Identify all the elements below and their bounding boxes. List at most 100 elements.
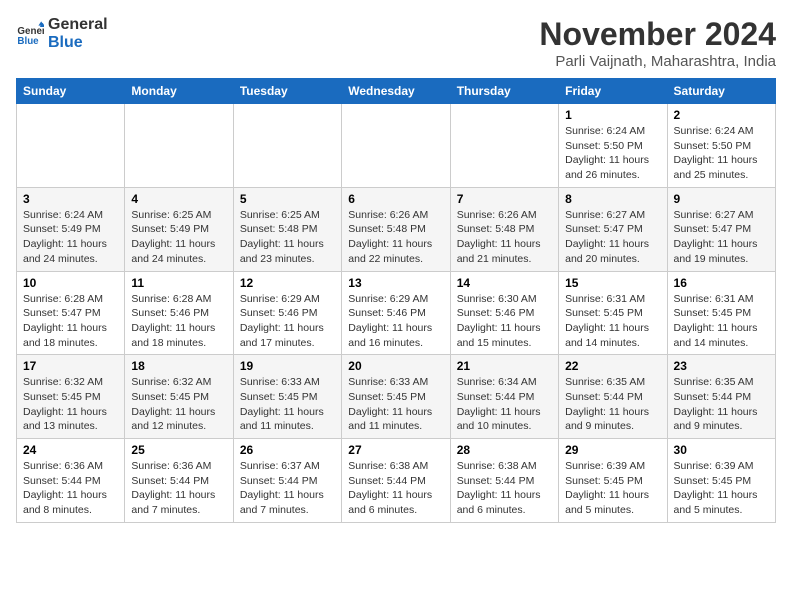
calendar-cell: 25 Sunrise: 6:36 AM Sunset: 5:44 PM Dayli… bbox=[125, 439, 233, 523]
logo-blue: Blue bbox=[48, 34, 108, 52]
day-info: Sunrise: 6:25 AM Sunset: 5:49 PM Dayligh… bbox=[131, 208, 226, 267]
svg-text:Blue: Blue bbox=[17, 35, 39, 46]
calendar-week-5: 24 Sunrise: 6:36 AM Sunset: 5:44 PM Dayli… bbox=[17, 439, 776, 523]
day-info: Sunrise: 6:30 AM Sunset: 5:46 PM Dayligh… bbox=[457, 292, 552, 351]
calendar-cell: 22 Sunrise: 6:35 AM Sunset: 5:44 PM Dayli… bbox=[559, 355, 667, 439]
day-info: Sunrise: 6:38 AM Sunset: 5:44 PM Dayligh… bbox=[348, 459, 443, 518]
day-info: Sunrise: 6:26 AM Sunset: 5:48 PM Dayligh… bbox=[348, 208, 443, 267]
day-number: 18 bbox=[131, 359, 226, 373]
calendar-header-monday: Monday bbox=[125, 79, 233, 104]
calendar-cell bbox=[233, 104, 341, 188]
calendar-cell bbox=[17, 104, 125, 188]
day-info: Sunrise: 6:24 AM Sunset: 5:50 PM Dayligh… bbox=[565, 124, 660, 183]
calendar-cell: 19 Sunrise: 6:33 AM Sunset: 5:45 PM Dayli… bbox=[233, 355, 341, 439]
calendar-cell: 10 Sunrise: 6:28 AM Sunset: 5:47 PM Dayli… bbox=[17, 271, 125, 355]
day-number: 5 bbox=[240, 192, 335, 206]
calendar-cell: 13Sunrise: 6:29 AM Sunset: 5:46 PM Dayli… bbox=[342, 271, 450, 355]
calendar-cell: 30 Sunrise: 6:39 AM Sunset: 5:45 PM Dayli… bbox=[667, 439, 775, 523]
day-number: 6 bbox=[348, 192, 443, 206]
calendar-cell: 20Sunrise: 6:33 AM Sunset: 5:45 PM Dayli… bbox=[342, 355, 450, 439]
month-title: November 2024 bbox=[539, 16, 776, 53]
calendar-week-1: 1 Sunrise: 6:24 AM Sunset: 5:50 PM Daylig… bbox=[17, 104, 776, 188]
day-info: Sunrise: 6:39 AM Sunset: 5:45 PM Dayligh… bbox=[674, 459, 769, 518]
calendar-cell: 16 Sunrise: 6:31 AM Sunset: 5:45 PM Dayli… bbox=[667, 271, 775, 355]
calendar-cell: 8Sunrise: 6:27 AM Sunset: 5:47 PM Daylig… bbox=[559, 187, 667, 271]
calendar-cell: 27Sunrise: 6:38 AM Sunset: 5:44 PM Dayli… bbox=[342, 439, 450, 523]
day-info: Sunrise: 6:29 AM Sunset: 5:46 PM Dayligh… bbox=[240, 292, 335, 351]
calendar-header-friday: Friday bbox=[559, 79, 667, 104]
day-info: Sunrise: 6:34 AM Sunset: 5:44 PM Dayligh… bbox=[457, 375, 552, 434]
day-number: 28 bbox=[457, 443, 552, 457]
calendar-cell: 5 Sunrise: 6:25 AM Sunset: 5:48 PM Daylig… bbox=[233, 187, 341, 271]
logo: General Blue General Blue bbox=[16, 16, 108, 51]
title-block: November 2024 Parli Vaijnath, Maharashtr… bbox=[539, 16, 776, 70]
calendar-cell: 26 Sunrise: 6:37 AM Sunset: 5:44 PM Dayli… bbox=[233, 439, 341, 523]
calendar-week-2: 3Sunrise: 6:24 AM Sunset: 5:49 PM Daylig… bbox=[17, 187, 776, 271]
day-info: Sunrise: 6:37 AM Sunset: 5:44 PM Dayligh… bbox=[240, 459, 335, 518]
logo-icon: General Blue bbox=[16, 20, 44, 48]
day-number: 24 bbox=[23, 443, 118, 457]
calendar-cell: 7 Sunrise: 6:26 AM Sunset: 5:48 PM Daylig… bbox=[450, 187, 558, 271]
day-number: 12 bbox=[240, 276, 335, 290]
calendar-cell: 14 Sunrise: 6:30 AM Sunset: 5:46 PM Dayli… bbox=[450, 271, 558, 355]
day-number: 15 bbox=[565, 276, 660, 290]
day-number: 11 bbox=[131, 276, 226, 290]
calendar-header-saturday: Saturday bbox=[667, 79, 775, 104]
day-info: Sunrise: 6:31 AM Sunset: 5:45 PM Dayligh… bbox=[674, 292, 769, 351]
day-number: 19 bbox=[240, 359, 335, 373]
calendar-week-4: 17Sunrise: 6:32 AM Sunset: 5:45 PM Dayli… bbox=[17, 355, 776, 439]
day-info: Sunrise: 6:24 AM Sunset: 5:50 PM Dayligh… bbox=[674, 124, 769, 183]
day-info: Sunrise: 6:35 AM Sunset: 5:44 PM Dayligh… bbox=[674, 375, 769, 434]
calendar-cell bbox=[342, 104, 450, 188]
day-number: 29 bbox=[565, 443, 660, 457]
calendar-cell: 23Sunrise: 6:35 AM Sunset: 5:44 PM Dayli… bbox=[667, 355, 775, 439]
day-number: 30 bbox=[674, 443, 769, 457]
calendar-cell bbox=[125, 104, 233, 188]
day-number: 14 bbox=[457, 276, 552, 290]
calendar-cell: 1 Sunrise: 6:24 AM Sunset: 5:50 PM Daylig… bbox=[559, 104, 667, 188]
calendar-cell: 4Sunrise: 6:25 AM Sunset: 5:49 PM Daylig… bbox=[125, 187, 233, 271]
day-number: 26 bbox=[240, 443, 335, 457]
calendar-cell: 15 Sunrise: 6:31 AM Sunset: 5:45 PM Dayli… bbox=[559, 271, 667, 355]
day-number: 25 bbox=[131, 443, 226, 457]
day-info: Sunrise: 6:33 AM Sunset: 5:45 PM Dayligh… bbox=[348, 375, 443, 434]
day-info: Sunrise: 6:36 AM Sunset: 5:44 PM Dayligh… bbox=[23, 459, 118, 518]
day-info: Sunrise: 6:38 AM Sunset: 5:44 PM Dayligh… bbox=[457, 459, 552, 518]
day-number: 7 bbox=[457, 192, 552, 206]
day-info: Sunrise: 6:25 AM Sunset: 5:48 PM Dayligh… bbox=[240, 208, 335, 267]
calendar-cell: 21 Sunrise: 6:34 AM Sunset: 5:44 PM Dayli… bbox=[450, 355, 558, 439]
calendar-cell bbox=[450, 104, 558, 188]
day-number: 21 bbox=[457, 359, 552, 373]
day-info: Sunrise: 6:32 AM Sunset: 5:45 PM Dayligh… bbox=[131, 375, 226, 434]
day-info: Sunrise: 6:39 AM Sunset: 5:45 PM Dayligh… bbox=[565, 459, 660, 518]
calendar-week-3: 10 Sunrise: 6:28 AM Sunset: 5:47 PM Dayli… bbox=[17, 271, 776, 355]
day-info: Sunrise: 6:36 AM Sunset: 5:44 PM Dayligh… bbox=[131, 459, 226, 518]
calendar-cell: 29 Sunrise: 6:39 AM Sunset: 5:45 PM Dayli… bbox=[559, 439, 667, 523]
calendar-cell: 2Sunrise: 6:24 AM Sunset: 5:50 PM Daylig… bbox=[667, 104, 775, 188]
day-info: Sunrise: 6:35 AM Sunset: 5:44 PM Dayligh… bbox=[565, 375, 660, 434]
day-info: Sunrise: 6:27 AM Sunset: 5:47 PM Dayligh… bbox=[674, 208, 769, 267]
day-info: Sunrise: 6:32 AM Sunset: 5:45 PM Dayligh… bbox=[23, 375, 118, 434]
calendar-cell: 6 Sunrise: 6:26 AM Sunset: 5:48 PM Daylig… bbox=[342, 187, 450, 271]
calendar-cell: 3Sunrise: 6:24 AM Sunset: 5:49 PM Daylig… bbox=[17, 187, 125, 271]
day-info: Sunrise: 6:31 AM Sunset: 5:45 PM Dayligh… bbox=[565, 292, 660, 351]
day-info: Sunrise: 6:28 AM Sunset: 5:47 PM Dayligh… bbox=[23, 292, 118, 351]
location-title: Parli Vaijnath, Maharashtra, India bbox=[539, 53, 776, 70]
day-number: 22 bbox=[565, 359, 660, 373]
calendar-header-tuesday: Tuesday bbox=[233, 79, 341, 104]
calendar-header-row: SundayMondayTuesdayWednesdayThursdayFrid… bbox=[17, 79, 776, 104]
calendar-cell: 24 Sunrise: 6:36 AM Sunset: 5:44 PM Dayli… bbox=[17, 439, 125, 523]
day-number: 10 bbox=[23, 276, 118, 290]
day-info: Sunrise: 6:29 AM Sunset: 5:46 PM Dayligh… bbox=[348, 292, 443, 351]
day-number: 16 bbox=[674, 276, 769, 290]
calendar-cell: 11Sunrise: 6:28 AM Sunset: 5:46 PM Dayli… bbox=[125, 271, 233, 355]
calendar-header-wednesday: Wednesday bbox=[342, 79, 450, 104]
day-info: Sunrise: 6:33 AM Sunset: 5:45 PM Dayligh… bbox=[240, 375, 335, 434]
day-info: Sunrise: 6:26 AM Sunset: 5:48 PM Dayligh… bbox=[457, 208, 552, 267]
calendar-cell: 18 Sunrise: 6:32 AM Sunset: 5:45 PM Dayli… bbox=[125, 355, 233, 439]
calendar-header-sunday: Sunday bbox=[17, 79, 125, 104]
day-number: 1 bbox=[565, 108, 660, 122]
header: General Blue General Blue November 2024 … bbox=[16, 16, 776, 70]
calendar-cell: 9Sunrise: 6:27 AM Sunset: 5:47 PM Daylig… bbox=[667, 187, 775, 271]
day-info: Sunrise: 6:27 AM Sunset: 5:47 PM Dayligh… bbox=[565, 208, 660, 267]
